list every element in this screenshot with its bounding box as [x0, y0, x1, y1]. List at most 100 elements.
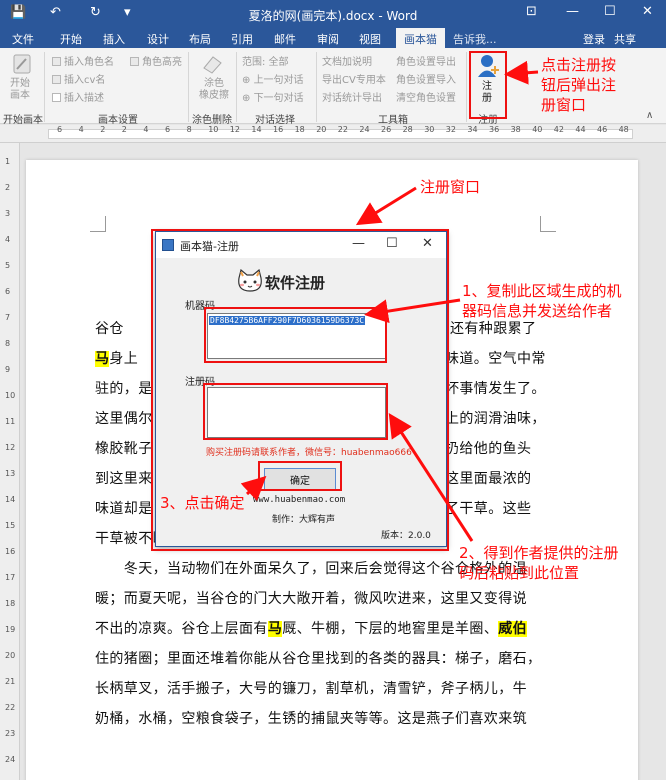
text-run: 到这里来: [95, 471, 153, 487]
text-run: 上的润滑油味，: [445, 411, 546, 427]
tab-home[interactable]: 开始: [60, 31, 82, 47]
text-intro-button[interactable]: 文档加说明: [322, 53, 372, 68]
ruler-number: 42: [553, 125, 564, 134]
group-label-toolbox: 工具箱: [378, 115, 408, 126]
share-button[interactable]: 共享: [614, 31, 636, 47]
range-selector[interactable]: 范围: 全部: [242, 53, 289, 68]
tab-layout[interactable]: 布局: [189, 31, 211, 47]
ruler-number: 18: [5, 599, 16, 608]
ruler-number: 36: [489, 125, 500, 134]
group-label-erase: 涂色删除: [192, 115, 232, 126]
tab-insert[interactable]: 插入: [103, 31, 125, 47]
machine-code-highlight: [204, 307, 387, 363]
ruler-number: 15: [5, 521, 16, 530]
next-dialogue-button[interactable]: ⊕ 下一句对话: [242, 89, 304, 104]
login-link[interactable]: 登录: [583, 31, 605, 47]
insert-cv-name-checkbox[interactable]: 插入cv名: [52, 71, 105, 86]
group-divider: [188, 52, 189, 122]
ruler-number: 30: [424, 125, 435, 134]
minimize-button[interactable]: —: [566, 4, 579, 19]
margin-corner: [540, 216, 556, 232]
ruler-number: 14: [251, 125, 262, 134]
ruler-number: 34: [467, 125, 478, 134]
ruler-number: 3: [5, 209, 11, 218]
ruler-number: 16: [5, 547, 16, 556]
ruler-number: 22: [337, 125, 348, 134]
confirm-button-highlight: [258, 461, 342, 491]
document-line: 味道却是 了干草。这些: [95, 498, 531, 518]
group-divider: [44, 52, 45, 122]
ruler-number: 4: [78, 125, 84, 134]
ruler-number: 46: [597, 125, 608, 134]
tab-huabenmao[interactable]: 画本猫: [396, 28, 445, 48]
title-bar: 💾 ↶ ↻ ▾ 夏洛的网(画完本).docx - Word ⊡ — ☐ ✕: [0, 0, 666, 28]
role-import-button[interactable]: 角色设置导入: [396, 71, 456, 86]
highlighted-name: 马: [95, 351, 110, 367]
ruler-number: 24: [359, 125, 370, 134]
ruler-number: 17: [5, 573, 16, 582]
ruler-number: 8: [5, 339, 11, 348]
group-divider: [236, 52, 237, 122]
callout-step3: 3、点击确定: [160, 494, 245, 512]
register-button-highlight: [469, 51, 507, 119]
text-run: 奶桶，水桶，空粮食袋子，生锈的捕鼠夹等等。这是燕子们喜欢来筑: [95, 711, 527, 727]
ruler-number: 1: [5, 157, 11, 166]
role-export-button[interactable]: 角色设置导出: [396, 53, 456, 68]
tab-design[interactable]: 设计: [147, 31, 169, 47]
erase-color-button[interactable]: 涂色 橡皮擦: [199, 78, 229, 102]
export-cv-button[interactable]: 导出CV专用本: [322, 71, 386, 86]
tell-me-search[interactable]: 告诉我...: [453, 31, 497, 47]
ruler-number: 28: [402, 125, 413, 134]
document-line: 长柄草叉，活手搬子，大号的镰刀，割草机，清雪铲，斧子柄儿，牛: [95, 678, 527, 698]
prev-dialogue-button[interactable]: ⊕ 上一句对话: [242, 71, 304, 86]
ruler-number: 38: [510, 125, 521, 134]
dialogue-stats-button[interactable]: 对话统计导出: [322, 89, 382, 104]
insert-description-checkbox[interactable]: 插入描述: [52, 89, 104, 104]
ruler-number: 13: [5, 469, 16, 478]
document-line: 住的猪圈；里面还堆着你能从谷仓里找到的各类的器具：梯子，磨石，: [95, 648, 541, 668]
text-run: 还有种跟累了: [450, 321, 537, 337]
text-run: 暖；而夏天呢，当谷仓的门大大敞开着，微风吹进来，这里又变得说: [95, 591, 527, 607]
ruler-number: 48: [618, 125, 629, 134]
ribbon-options-icon[interactable]: ⊡: [526, 4, 537, 19]
start-painting-button[interactable]: 开始 画本: [10, 78, 30, 102]
ruler-number: 12: [5, 443, 16, 452]
horizontal-ruler[interactable]: 6 4 2 2 4 6 8 10 12 14 16 18 20 22 24 26 28 30 32 34 36 38 40 4…: [0, 125, 666, 143]
callout-register-window: 注册窗口: [420, 178, 481, 196]
ruler-number: 10: [208, 125, 219, 134]
tab-references[interactable]: 引用: [231, 31, 253, 47]
text-run: 长柄草叉，活手搬子，大号的镰刀，割草机，清雪铲，斧子柄儿，牛: [95, 681, 527, 697]
clear-roles-button[interactable]: 清空角色设置: [396, 89, 456, 104]
ruler-number: 23: [5, 729, 16, 738]
maximize-button[interactable]: ☐: [604, 4, 616, 19]
document-line: 不出的凉爽。谷仓上层面有马厩、牛棚，下层的地窖里是羊圈、威伯: [95, 618, 528, 638]
arrow-down-icon: ⊕: [242, 93, 254, 104]
callout-step1: 1、复制此区域生成的机 器码信息并发送给作者: [462, 282, 622, 320]
ruler-number: 19: [5, 625, 16, 634]
role-highlight-checkbox[interactable]: 角色高亮: [130, 53, 182, 68]
text-run: 厩、牛棚，下层的地窖里是羊圈、: [282, 621, 499, 637]
vertical-ruler[interactable]: 1 2 3 4 5 6 7 8 9 10 11 12 13 14 15 16 17 18 19 20 21 22 23 24: [0, 143, 20, 780]
margin-corner: [90, 216, 106, 232]
group-label-settings: 画本设置: [98, 115, 138, 126]
eraser-icon: [203, 56, 222, 74]
document-line: 橡胶靴子 扔给他的鱼头: [95, 438, 531, 458]
text-run: 味道却是: [95, 501, 153, 517]
ruler-number: 16: [273, 125, 284, 134]
tab-file[interactable]: 文件: [12, 31, 34, 47]
ruler-number: 10: [5, 391, 16, 400]
collapse-ribbon-icon[interactable]: ∧: [646, 110, 653, 121]
tab-mailings[interactable]: 邮件: [274, 31, 296, 47]
close-button[interactable]: ✕: [642, 4, 653, 19]
text-run: 谷仓: [95, 321, 124, 337]
tab-view[interactable]: 视图: [359, 31, 381, 47]
ruler-number: 40: [532, 125, 543, 134]
ruler-number: 14: [5, 495, 16, 504]
ruler-number: 11: [5, 417, 16, 426]
text-run: 这里面最浓的: [445, 471, 532, 487]
ruler-number: 20: [316, 125, 327, 134]
ruler-number: 2: [5, 183, 11, 192]
tab-review[interactable]: 审阅: [317, 31, 339, 47]
insert-role-name-checkbox[interactable]: 插入角色名: [52, 53, 114, 68]
text-run: 坏事情发生了。: [445, 381, 546, 397]
